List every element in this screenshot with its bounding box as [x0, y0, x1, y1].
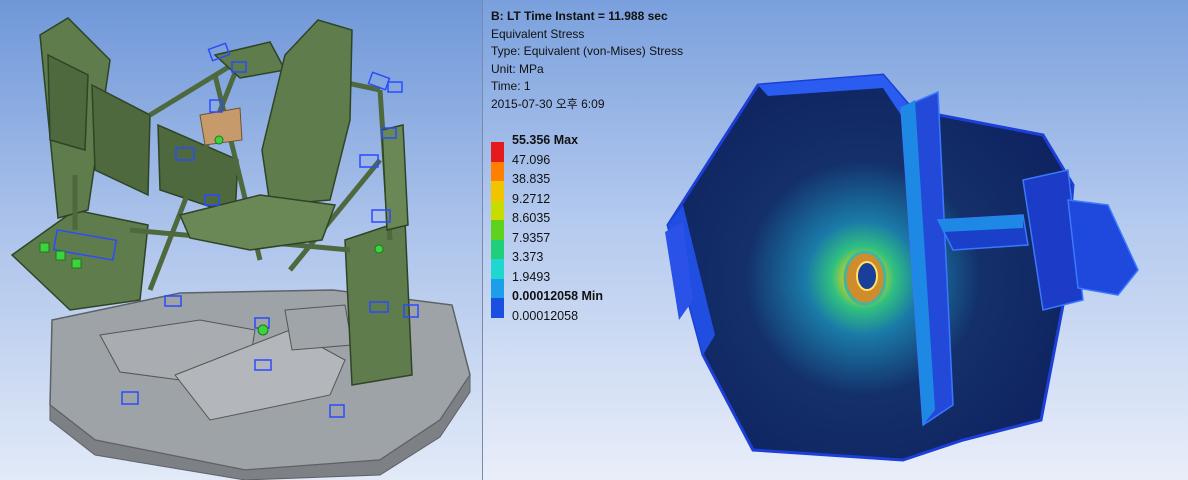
legend-label: 8.6035 — [512, 211, 551, 225]
result-unit: Unit: MPa — [491, 61, 544, 76]
result-quantity: Equivalent Stress — [491, 26, 585, 41]
bolt-hole — [856, 261, 878, 291]
legend-label: 0.00012058 — [512, 308, 579, 323]
result-timestamp: 2015-07-30 오후 6:09 — [491, 96, 605, 111]
legend-swatch — [491, 298, 504, 318]
result-time: Time: 1 — [491, 79, 531, 94]
result-viewport[interactable]: B: LT Time Instant = 11.988 sec Equivale… — [483, 0, 1188, 480]
legend-label: 9.2712 — [512, 191, 551, 206]
legend-swatch — [491, 200, 504, 220]
legend-label: 1.9493 — [512, 269, 551, 284]
legend-label: 38.835 — [512, 172, 551, 186]
result-type: Type: Equivalent (von-Mises) Stress — [491, 44, 684, 59]
legend-swatch — [491, 278, 504, 298]
legend-label: 3.373 — [512, 250, 544, 264]
simulator-model — [10, 17, 471, 480]
top-bridge — [213, 41, 287, 79]
base-mount-right — [284, 304, 353, 351]
legend-label: 7.9357 — [512, 230, 551, 245]
result-title: B: LT Time Instant = 11.988 sec — [491, 9, 668, 23]
right-column — [381, 124, 409, 231]
legend-swatch — [491, 259, 504, 279]
result-info: B: LT Time Instant = 11.988 sec Equivale… — [491, 8, 683, 114]
legend-label: 47.096 — [512, 152, 551, 167]
legend-swatch — [491, 161, 504, 181]
legend-swatch — [491, 239, 504, 259]
legend-swatch — [491, 220, 504, 240]
legend-swatch — [491, 142, 504, 162]
legend-swatch — [491, 181, 504, 201]
screenshot: B: LT Time Instant = 11.988 sec Equivale… — [0, 0, 1188, 480]
legend-label: 0.00012058 Min — [512, 289, 604, 303]
seat-back — [261, 19, 353, 206]
legend-label: 55.356 Max — [512, 133, 579, 147]
right-bracket-tab — [1067, 199, 1139, 296]
model-viewport[interactable] — [0, 0, 483, 480]
monitor-center — [91, 83, 151, 197]
